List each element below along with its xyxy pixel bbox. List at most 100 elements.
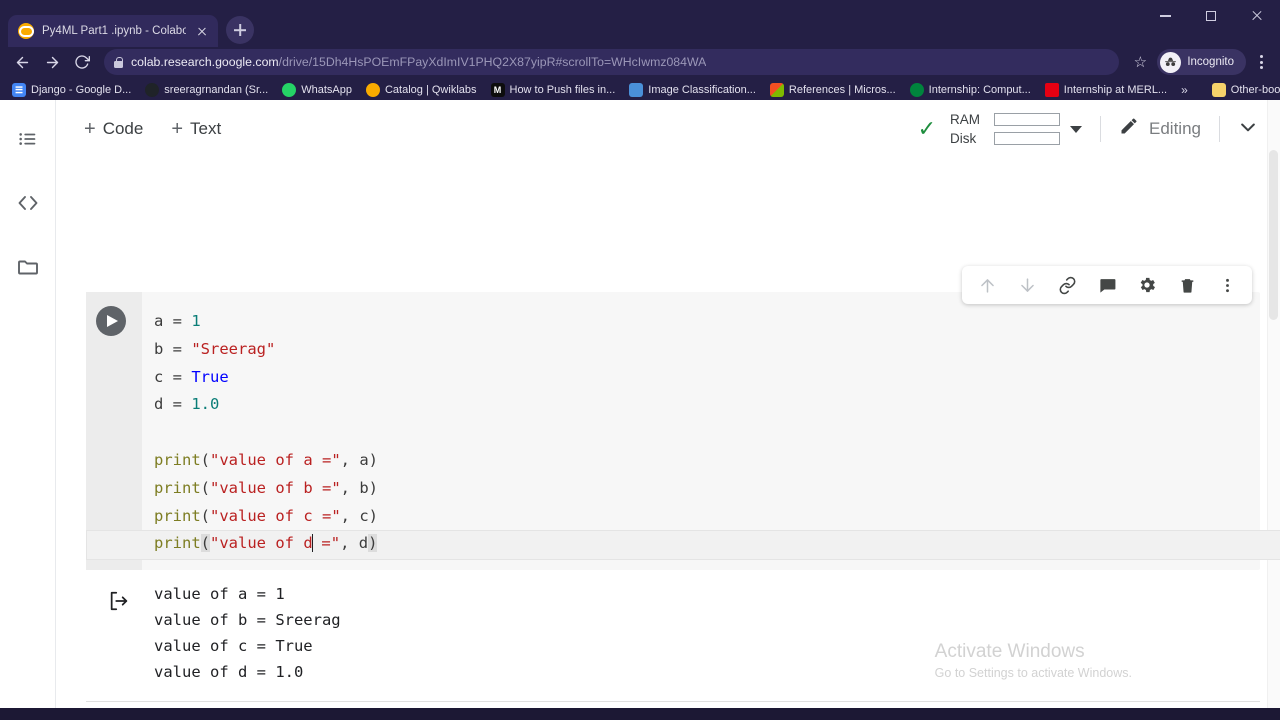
bookmark-favicon: M: [490, 83, 505, 97]
close-tab-icon[interactable]: [194, 23, 210, 39]
window-controls: [1142, 0, 1280, 32]
code-cell[interactable]: a = 1b = "Sreerag" c = True d = 1.0 print(…: [86, 292, 1280, 571]
windows-activation-watermark: Activate Windows Go to Settings to activ…: [935, 641, 1132, 680]
incognito-icon: [1160, 51, 1182, 73]
code-line[interactable]: a = 1: [154, 308, 1260, 336]
maximize-icon[interactable]: [1188, 0, 1234, 32]
connected-check-icon[interactable]: ✓: [918, 116, 936, 142]
code-editor[interactable]: a = 1b = "Sreerag" c = True d = 1.0 print(…: [86, 292, 1280, 570]
browser-tab[interactable]: Py4ML Part1 .ipynb - Colaborator: [8, 15, 218, 47]
toolbar-expand-chevron-icon[interactable]: [1238, 117, 1258, 142]
bookmark-label: How to Push files in...: [509, 84, 616, 96]
plus-icon: +: [171, 118, 184, 140]
bookmark-item[interactable]: References | Micros...: [764, 81, 902, 99]
add-code-label: Code: [102, 119, 144, 138]
add-comment-button[interactable]: [1088, 268, 1126, 302]
code-line[interactable]: print("value of a =", a): [154, 447, 1260, 475]
browser-toolbar: colab.research.google.com/drive/15Dh4HsP…: [0, 46, 1280, 78]
bookmark-label: Django - Google D...: [31, 84, 132, 96]
colab-left-sidebar: [0, 100, 56, 720]
code-line[interactable]: d = 1.0: [154, 391, 1260, 419]
bookmark-favicon: [909, 83, 924, 97]
sidebar-item-files[interactable]: [15, 254, 41, 280]
browser-titlebar: Py4ML Part1 .ipynb - Colaborator: [0, 0, 1280, 47]
bookmark-favicon: [769, 83, 784, 97]
other-bookmarks-folder[interactable]: Other-bookmarks: [1206, 81, 1280, 99]
more-options-button[interactable]: [1208, 268, 1246, 302]
bookmark-item[interactable]: Catalog | Qwiklabs: [360, 81, 483, 99]
caret-down-icon[interactable]: [1070, 125, 1083, 133]
link-to-cell-button[interactable]: [1048, 268, 1086, 302]
disk-label: Disk: [950, 131, 977, 146]
code-line[interactable]: c = True: [154, 364, 1260, 392]
close-icon[interactable]: [1234, 0, 1280, 32]
bookmark-label: Internship at MERL...: [1063, 84, 1168, 96]
bookmark-favicon: [282, 83, 297, 97]
bookmark-favicon: [145, 83, 160, 97]
move-cell-down-button[interactable]: [1008, 268, 1046, 302]
bookmark-label: WhatsApp: [301, 84, 352, 96]
ram-label: RAM: [950, 112, 981, 127]
browser-menu-icon[interactable]: [1250, 55, 1272, 69]
ram-meter-bar: [994, 113, 1061, 126]
add-text-label: Text: [190, 119, 222, 138]
cell-settings-gear-button[interactable]: [1128, 268, 1166, 302]
bookmark-item[interactable]: WhatsApp: [276, 81, 358, 99]
watermark-title: Activate Windows: [934, 641, 1085, 662]
bookmarks-bar: ☰ Django - Google D... sreeragrnandan (Sr…: [0, 78, 1280, 102]
url-host: colab.research.google.com: [131, 55, 279, 69]
address-bar[interactable]: colab.research.google.com/drive/15Dh4HsP…: [104, 49, 1120, 75]
resource-meters[interactable]: RAM Disk: [950, 112, 1061, 146]
editing-label: Editing: [1149, 119, 1201, 138]
disk-meter-row: Disk: [950, 131, 1061, 146]
bookmark-favicon: [629, 83, 644, 97]
bookmarks-overflow-icon[interactable]: »: [1175, 83, 1194, 97]
delete-cell-button[interactable]: [1168, 268, 1206, 302]
tab-strip: Py4ML Part1 .ipynb - Colaborator: [0, 0, 254, 47]
toolbar-divider: [1219, 116, 1220, 142]
bookmark-item[interactable]: sreeragrnandan (Sr...: [139, 81, 274, 99]
watermark-subtitle: Go to Settings to activate Windows.: [934, 666, 1132, 680]
colab-icon: [18, 23, 34, 39]
minimize-icon[interactable]: [1142, 0, 1188, 32]
profile-incognito-button[interactable]: Incognito: [1157, 49, 1246, 75]
page-scrollbar[interactable]: [1267, 100, 1280, 720]
output-cell: value of a = 1 value of b = Sreerag valu…: [86, 570, 1260, 702]
plus-icon: +: [84, 118, 96, 140]
bookmark-item[interactable]: Internship: Comput...: [904, 81, 1037, 99]
add-text-cell-button[interactable]: + Text: [171, 119, 221, 139]
page-scrollbar-thumb[interactable]: [1269, 150, 1278, 320]
code-line[interactable]: [154, 419, 1260, 447]
url-path: /drive/15Dh4HsPOEmFPayXdImIV1PHQ2X87yipR…: [278, 55, 707, 69]
code-line[interactable]: print("value of c =", c): [154, 503, 1260, 531]
code-line[interactable]: b = "Sreerag": [154, 336, 1260, 364]
pencil-icon: [1119, 116, 1139, 142]
code-line-active[interactable]: print("value of d =", d): [86, 530, 1280, 560]
sidebar-item-table-of-contents[interactable]: [15, 126, 41, 152]
bookmark-item[interactable]: ☰ Django - Google D...: [6, 81, 137, 99]
lock-icon: [114, 56, 123, 68]
bookmark-item[interactable]: Internship at MERL...: [1039, 81, 1173, 99]
profile-label: Incognito: [1187, 56, 1234, 68]
url-text: colab.research.google.com/drive/15Dh4HsP…: [131, 55, 706, 69]
bookmark-label: Internship: Comput...: [928, 84, 1031, 96]
bookmark-label: References | Micros...: [788, 84, 896, 96]
cell-toolbar: [962, 266, 1252, 304]
back-arrow-icon[interactable]: [8, 48, 36, 76]
reload-icon[interactable]: [68, 48, 96, 76]
code-line[interactable]: print("value of b =", b): [154, 475, 1260, 503]
bookmark-favicon: ☰: [12, 83, 26, 97]
sidebar-item-code-snippets[interactable]: [15, 190, 41, 216]
editing-mode-button[interactable]: Editing: [1119, 116, 1201, 142]
bookmark-label: Image Classification...: [648, 84, 756, 96]
add-code-cell-button[interactable]: + Code: [84, 119, 143, 139]
move-cell-up-button[interactable]: [968, 268, 1006, 302]
bookmark-item[interactable]: Image Classification...: [623, 81, 762, 99]
new-tab-icon[interactable]: [226, 16, 254, 44]
forward-arrow-icon[interactable]: [38, 48, 66, 76]
bookmark-favicon: [365, 83, 380, 97]
bookmark-star-icon[interactable]: ☆: [1127, 53, 1153, 71]
bookmark-item[interactable]: M How to Push files in...: [485, 81, 622, 99]
bookmark-label: sreeragrnandan (Sr...: [164, 84, 269, 96]
output-arrow-icon: [108, 590, 130, 617]
